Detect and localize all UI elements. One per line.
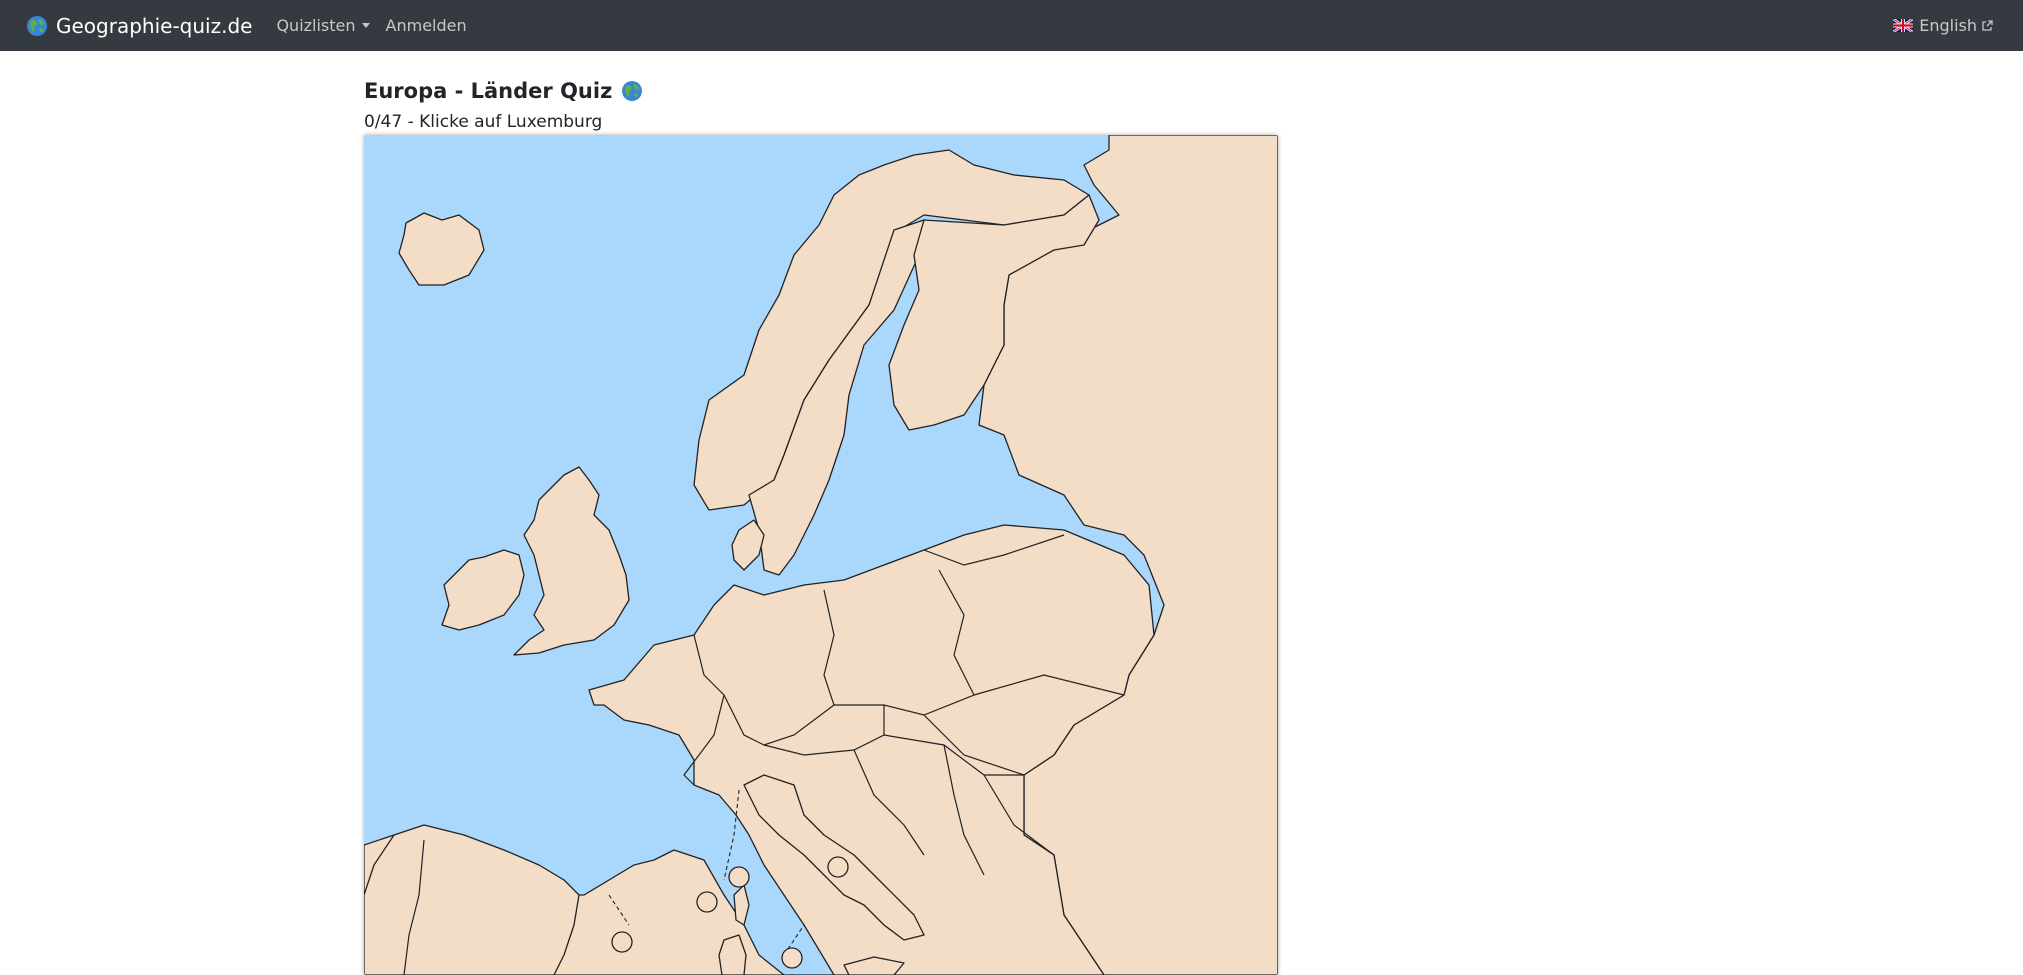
status-separator: - xyxy=(402,112,420,132)
login-link[interactable]: Anmelden xyxy=(386,16,467,35)
brand-name: Geographie-quiz.de xyxy=(56,13,253,38)
external-link-icon xyxy=(1982,19,1993,31)
microstate-marker-vatican[interactable] xyxy=(611,931,633,953)
language-label: English xyxy=(1919,16,1977,35)
uk-flag-icon xyxy=(1893,19,1914,32)
top-navbar: Geographie-quiz.de Quizlisten Anmelden E… xyxy=(0,0,2023,51)
brand-link[interactable]: Geographie-quiz.de xyxy=(26,14,252,38)
country-iceland[interactable] xyxy=(398,212,485,286)
country-spain-portugal[interactable] xyxy=(364,824,580,975)
microstate-marker-monaco[interactable] xyxy=(728,866,750,888)
globe-icon xyxy=(622,81,643,101)
europe-map-svg[interactable] xyxy=(364,135,1278,975)
country-ireland[interactable] xyxy=(441,549,525,631)
quiz-title: Europa - Länder Quiz xyxy=(364,76,1279,106)
country-denmark[interactable] xyxy=(731,519,765,571)
microstate-marker-andorra[interactable] xyxy=(696,891,718,913)
globe-icon xyxy=(27,15,47,36)
quiz-title-text: Europa - Länder Quiz xyxy=(364,79,613,103)
quiz-header: Europa - Länder Quiz 0/47 - Klicke auf L… xyxy=(364,76,1279,132)
europe-map[interactable] xyxy=(364,135,1278,975)
language-switch[interactable]: English xyxy=(1893,0,1993,51)
country-uk[interactable] xyxy=(513,466,630,656)
quiz-progress: 0/47 xyxy=(364,112,403,132)
microstate-marker-malta[interactable] xyxy=(781,947,803,969)
quizlists-dropdown[interactable]: Quizlisten xyxy=(276,16,370,35)
caret-down-icon xyxy=(361,23,370,28)
country-corsica[interactable] xyxy=(733,884,750,926)
microstate-marker-san-marino[interactable] xyxy=(827,856,849,878)
quiz-instruction: Klicke auf Luxemburg xyxy=(419,112,603,132)
quizlists-label: Quizlisten xyxy=(276,16,356,35)
quiz-status: 0/47 - Klicke auf Luxemburg xyxy=(364,112,1279,132)
